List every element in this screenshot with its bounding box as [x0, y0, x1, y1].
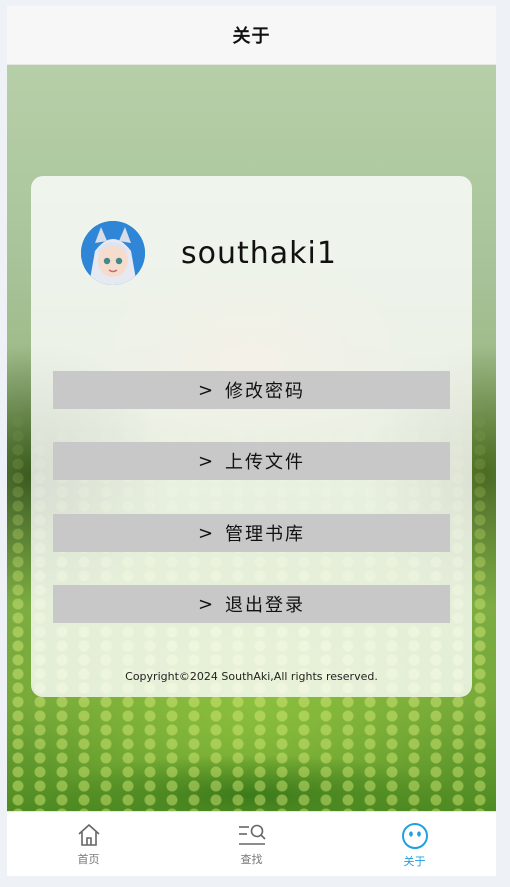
page-title: 关于 [232, 26, 271, 47]
chevron-right-icon: > [197, 379, 216, 401]
tab-search[interactable]: 查找 [170, 812, 333, 876]
profile-card: southaki1 > 修改密码 > 上传文件 > 管理书库 > 退出登录 Co… [31, 176, 472, 697]
chevron-right-icon: > [197, 593, 216, 615]
logout-label: 退出登录 [225, 595, 306, 616]
tab-bar: 首页 查找 关于 [7, 811, 496, 876]
tab-home[interactable]: 首页 [7, 812, 170, 876]
navbar: 关于 [7, 6, 496, 65]
username: southaki1 [181, 236, 337, 271]
change-password-label: 修改密码 [225, 381, 306, 402]
logout-button[interactable]: > 退出登录 [53, 585, 450, 623]
smiley-icon [401, 822, 429, 850]
home-icon [76, 822, 102, 848]
tab-about-label: 关于 [403, 855, 426, 868]
tab-search-label: 查找 [240, 853, 263, 866]
chevron-right-icon: > [197, 522, 216, 544]
chevron-right-icon: > [197, 450, 216, 472]
manage-library-button[interactable]: > 管理书库 [53, 514, 450, 552]
manage-library-label: 管理书库 [225, 524, 306, 545]
tab-home-label: 首页 [77, 853, 100, 866]
tab-about[interactable]: 关于 [333, 812, 496, 876]
background-image: southaki1 > 修改密码 > 上传文件 > 管理书库 > 退出登录 Co… [7, 65, 496, 811]
app-screen: 关于 southaki1 > 修改密码 > 上传文件 > 管理书库 > 退出登录… [7, 6, 496, 876]
copyright-text: Copyright©2024 SouthAki,All rights reser… [125, 670, 378, 683]
upload-file-label: 上传文件 [225, 452, 306, 473]
upload-file-button[interactable]: > 上传文件 [53, 442, 450, 480]
search-list-icon [237, 822, 267, 848]
avatar[interactable] [81, 221, 145, 285]
change-password-button[interactable]: > 修改密码 [53, 371, 450, 409]
